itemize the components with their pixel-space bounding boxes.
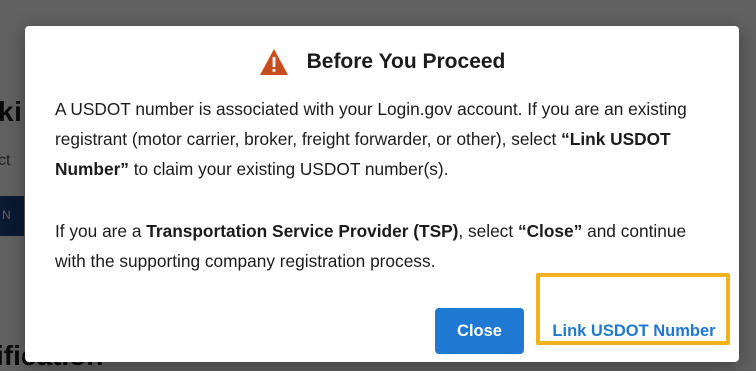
screen: ki ct N ification Before You Proceed A U…	[0, 0, 756, 371]
paragraph-1-text-b: to claim your existing USDOT number(s).	[128, 159, 449, 179]
paragraph-2-text-b: , select	[458, 221, 518, 241]
close-button[interactable]: Close	[435, 308, 524, 354]
warning-triangle-icon	[259, 48, 289, 76]
paragraph-2-close-emphasis: “Close”	[517, 221, 583, 241]
dialog-title: Before You Proceed	[306, 50, 506, 73]
paragraph-2-text-a: If you are a	[55, 221, 147, 241]
dialog-paragraph-2: If you are a Transportation Service Prov…	[55, 216, 709, 276]
dialog-header: Before You Proceed	[25, 46, 739, 78]
link-usdot-number-button[interactable]: Link USDOT Number	[544, 308, 724, 354]
before-you-proceed-dialog: Before You Proceed A USDOT number is ass…	[25, 26, 739, 362]
dialog-paragraph-1: A USDOT number is associated with your L…	[55, 94, 709, 184]
dialog-footer: Close Link USDOT Number	[25, 273, 739, 362]
paragraph-2-tsp-emphasis: Transportation Service Provider (TSP)	[146, 221, 459, 241]
dialog-body: A USDOT number is associated with your L…	[55, 94, 709, 276]
